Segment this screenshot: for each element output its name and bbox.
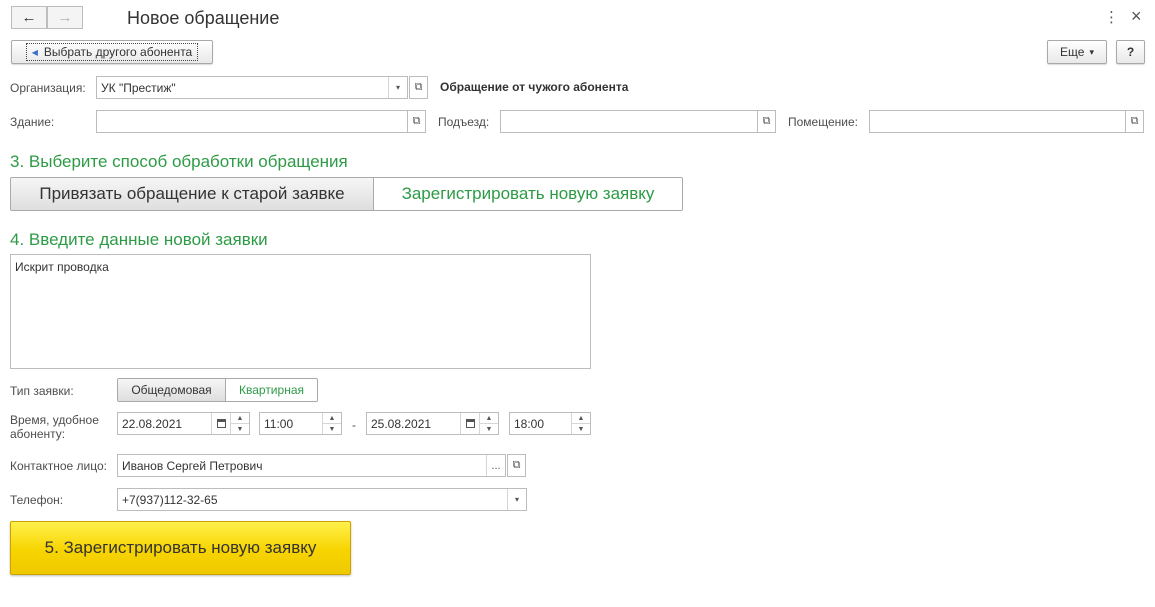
open-icon[interactable]: ⧉ xyxy=(409,76,428,99)
spin-down-icon[interactable]: ▼ xyxy=(572,423,590,434)
date-from-field[interactable]: 22.08.2021 ▲ ▼ xyxy=(117,412,250,435)
phone-value: +7(937)112-32-65 xyxy=(122,493,218,507)
entrance-field[interactable] xyxy=(500,110,758,133)
spin-up-icon[interactable]: ▲ xyxy=(231,413,249,423)
time-from-value: 11:00 xyxy=(264,417,294,431)
spin-up-icon[interactable]: ▲ xyxy=(480,413,498,423)
more-button-label: Еще xyxy=(1060,45,1085,59)
triangle-left-icon: ◀ xyxy=(31,47,38,57)
processing-method-switch: Привязать обращение к старой заявке Заре… xyxy=(10,177,683,211)
close-icon[interactable]: × xyxy=(1131,6,1142,27)
organization-value: УК "Престиж" xyxy=(101,81,176,95)
more-button[interactable]: Еще ▾ xyxy=(1047,40,1107,64)
help-button[interactable]: ? xyxy=(1116,40,1145,64)
calendar-icon[interactable] xyxy=(460,413,479,434)
calendar-icon[interactable] xyxy=(211,413,230,434)
request-type-label: Тип заявки: xyxy=(10,384,74,398)
request-type-apartment-option[interactable]: Квартирная xyxy=(225,379,317,401)
date-to-spinner[interactable]: ▲ ▼ xyxy=(479,413,498,434)
dropdown-icon[interactable]: ▾ xyxy=(507,489,526,510)
spin-up-icon[interactable]: ▲ xyxy=(323,413,341,423)
dropdown-icon[interactable]: ▾ xyxy=(388,77,407,98)
foreign-subscriber-note: Обращение от чужого абонента xyxy=(440,80,629,94)
open-icon[interactable]: ⧉ xyxy=(507,454,526,477)
window-title: Новое обращение xyxy=(127,8,280,28)
spin-up-icon[interactable]: ▲ xyxy=(572,413,590,423)
step3-title: 3. Выберите способ обработки обращения xyxy=(10,152,348,171)
convenient-time-label: Время, удобное абоненту: xyxy=(10,413,99,441)
forward-icon[interactable]: → xyxy=(47,6,83,29)
entrance-label: Подъезд: xyxy=(438,115,490,129)
date-from-spinner[interactable]: ▲ ▼ xyxy=(230,413,249,434)
chevron-down-icon: ▾ xyxy=(1089,46,1094,57)
open-icon[interactable]: ⧉ xyxy=(407,110,426,133)
date-from-value: 22.08.2021 xyxy=(122,417,183,431)
contact-person-label: Контактное лицо: xyxy=(10,459,107,473)
room-label: Помещение: xyxy=(788,115,858,129)
time-to-field[interactable]: 18:00 ▲ ▼ xyxy=(509,412,591,435)
more-vertical-icon[interactable]: ⋮ xyxy=(1104,8,1119,26)
phone-label: Телефон: xyxy=(10,493,64,507)
building-field[interactable] xyxy=(96,110,408,133)
choose-other-subscriber-label: Выбрать другого абонента xyxy=(43,45,193,59)
back-icon[interactable]: ← xyxy=(11,6,47,29)
room-field[interactable] xyxy=(869,110,1126,133)
choose-other-subscriber-button[interactable]: ◀ Выбрать другого абонента xyxy=(11,40,213,64)
date-to-value: 25.08.2021 xyxy=(371,417,432,431)
spin-down-icon[interactable]: ▼ xyxy=(323,423,341,434)
register-new-request-button[interactable]: 5. Зарегистрировать новую заявку xyxy=(10,521,351,575)
open-icon[interactable]: ⧉ xyxy=(757,110,776,133)
link-to-old-request-option[interactable]: Привязать обращение к старой заявке xyxy=(11,178,373,210)
organization-label: Организация: xyxy=(10,81,86,95)
request-type-common-option[interactable]: Общедомовая xyxy=(118,379,225,401)
building-label: Здание: xyxy=(10,115,55,129)
register-new-request-option[interactable]: Зарегистрировать новую заявку xyxy=(373,178,682,210)
time-from-field[interactable]: 11:00 ▲ ▼ xyxy=(259,412,342,435)
spin-down-icon[interactable]: ▼ xyxy=(231,423,249,434)
contact-person-field[interactable]: Иванов Сергей Петрович ... xyxy=(117,454,506,477)
organization-field[interactable]: УК "Престиж" ▾ xyxy=(96,76,408,99)
phone-field[interactable]: +7(937)112-32-65 ▾ xyxy=(117,488,527,511)
request-type-switch: Общедомовая Квартирная xyxy=(117,378,318,402)
request-description-textarea[interactable]: Искрит проводка xyxy=(10,254,591,369)
open-icon[interactable]: ⧉ xyxy=(1125,110,1144,133)
time-from-spinner[interactable]: ▲ ▼ xyxy=(322,413,341,434)
select-ellipsis-icon[interactable]: ... xyxy=(486,455,505,476)
contact-person-value: Иванов Сергей Петрович xyxy=(122,459,263,473)
date-to-field[interactable]: 25.08.2021 ▲ ▼ xyxy=(366,412,499,435)
time-to-value: 18:00 xyxy=(514,417,545,431)
range-separator: - xyxy=(352,418,356,432)
spin-down-icon[interactable]: ▼ xyxy=(480,423,498,434)
step4-title: 4. Введите данные новой заявки xyxy=(10,230,268,249)
time-to-spinner[interactable]: ▲ ▼ xyxy=(571,413,590,434)
